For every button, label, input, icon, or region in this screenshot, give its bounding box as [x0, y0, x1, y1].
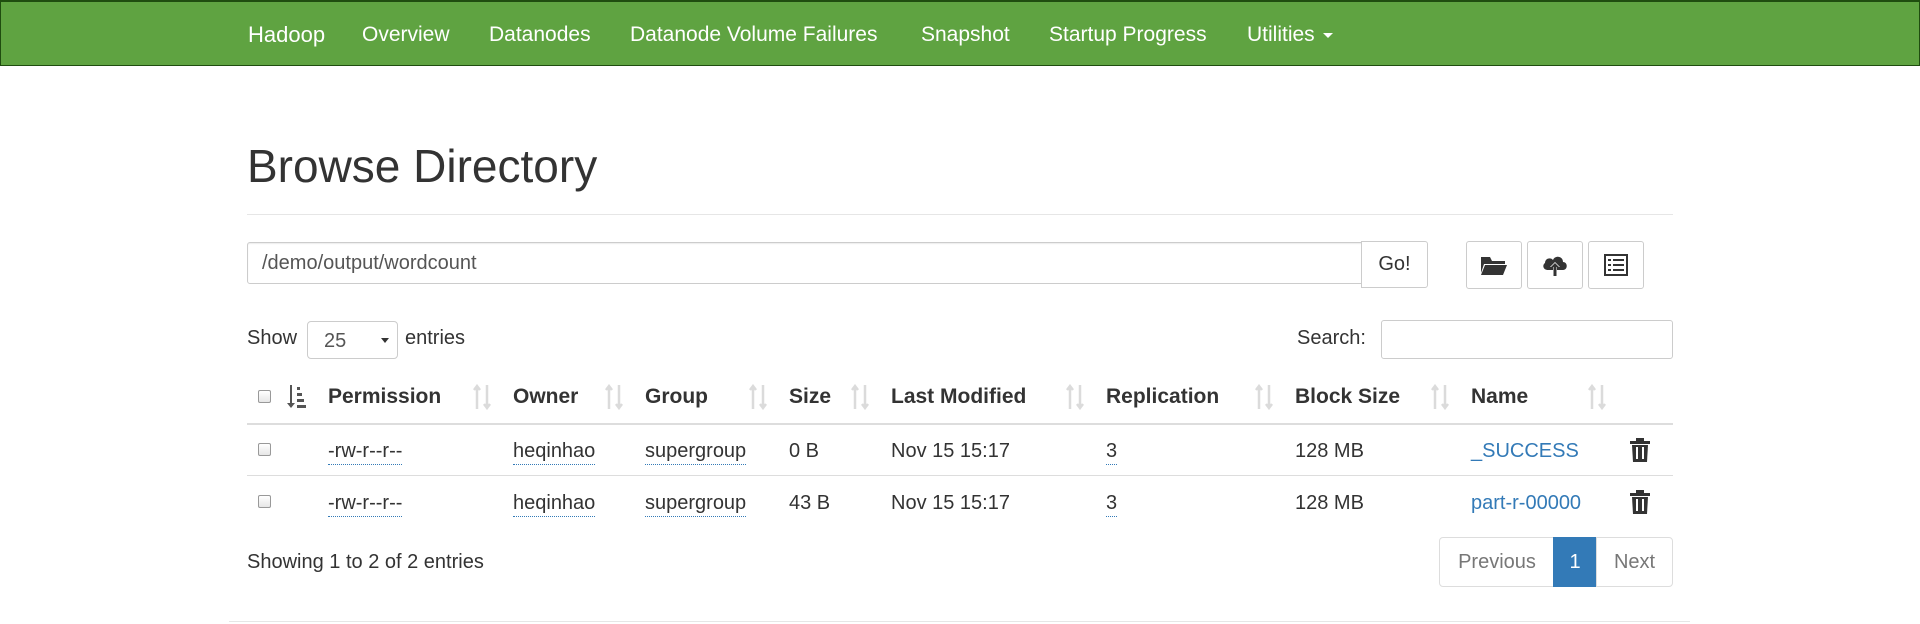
- column-header-last-modified[interactable]: Last Modified: [891, 384, 1026, 410]
- row-divider: [247, 475, 1673, 476]
- column-header-replication[interactable]: Replication: [1106, 384, 1219, 410]
- cell-group[interactable]: supergroup: [645, 491, 747, 517]
- entries-label: entries: [405, 327, 466, 349]
- column-header-owner[interactable]: Owner: [513, 384, 578, 410]
- row-checkbox[interactable]: [258, 443, 271, 456]
- cloud-upload-icon: [1543, 256, 1567, 276]
- upload-button[interactable]: [1527, 241, 1583, 289]
- sort-icon[interactable]: [1587, 384, 1609, 410]
- sort-icon[interactable]: [604, 384, 626, 410]
- trash-icon[interactable]: [1629, 490, 1651, 514]
- caret-down-icon: [1322, 32, 1333, 38]
- nav-utilities-label: Utilities: [1247, 23, 1315, 46]
- cell-block-size: 128 MB: [1295, 492, 1364, 514]
- cell-replication[interactable]: 3: [1106, 439, 1118, 465]
- page-title: Browse Directory: [247, 140, 598, 192]
- folder-open-icon: [1481, 257, 1507, 275]
- title-divider: [247, 214, 1673, 215]
- table-info: Showing 1 to 2 of 2 entries: [247, 551, 484, 573]
- column-header-block-size[interactable]: Block Size: [1295, 384, 1400, 410]
- sort-icon[interactable]: [1254, 384, 1276, 410]
- row-checkbox[interactable]: [258, 495, 271, 508]
- cell-permission[interactable]: -rw-r--r--: [328, 439, 403, 465]
- entries-select-value: 25: [324, 330, 347, 352]
- sort-icon[interactable]: [1065, 384, 1087, 410]
- sort-icon[interactable]: [850, 384, 872, 410]
- cell-name-link[interactable]: part-r-00000: [1471, 491, 1581, 515]
- select-all-checkbox[interactable]: [258, 390, 271, 403]
- cell-replication[interactable]: 3: [1106, 491, 1118, 517]
- cell-permission[interactable]: -rw-r--r--: [328, 491, 403, 517]
- column-header-name[interactable]: Name: [1471, 384, 1528, 410]
- cell-group[interactable]: supergroup: [645, 439, 747, 465]
- cell-last-modified: Nov 15 15:17: [891, 492, 1010, 514]
- nav-datanode-volume-failures[interactable]: Datanode Volume Failures: [630, 22, 877, 48]
- cell-name-link[interactable]: _SUCCESS: [1471, 439, 1579, 463]
- select-arrow-icon: [381, 338, 389, 343]
- cell-owner[interactable]: heqinhao: [513, 491, 596, 517]
- entries-per-page-select[interactable]: 25: [307, 321, 398, 359]
- search-input[interactable]: [1381, 320, 1673, 359]
- pagination-previous[interactable]: Previous: [1439, 537, 1555, 587]
- nav-datanodes[interactable]: Datanodes: [489, 22, 591, 48]
- column-header-permission[interactable]: Permission: [328, 384, 441, 410]
- go-button[interactable]: Go!: [1361, 241, 1428, 288]
- table-header-border: [247, 423, 1673, 425]
- trash-icon[interactable]: [1629, 438, 1651, 462]
- nav-snapshot[interactable]: Snapshot: [921, 22, 1010, 48]
- nav-overview[interactable]: Overview: [362, 22, 450, 48]
- cell-size: 0 B: [789, 440, 820, 462]
- footer-divider: [229, 621, 1690, 622]
- nav-utilities[interactable]: Utilities: [1247, 22, 1333, 48]
- sort-icon[interactable]: [472, 384, 494, 410]
- cell-last-modified: Nov 15 15:17: [891, 440, 1010, 462]
- sort-icon[interactable]: [1430, 384, 1452, 410]
- cell-size: 43 B: [789, 492, 831, 514]
- column-header-size[interactable]: Size: [789, 384, 831, 410]
- show-label: Show: [247, 327, 298, 349]
- cut-paste-button[interactable]: [1588, 241, 1644, 289]
- pagination-next[interactable]: Next: [1596, 537, 1673, 587]
- create-directory-button[interactable]: [1466, 241, 1522, 289]
- list-alt-icon: [1604, 254, 1628, 276]
- cell-block-size: 128 MB: [1295, 440, 1364, 462]
- path-input[interactable]: [247, 242, 1363, 284]
- top-navbar: Hadoop Overview Datanodes Datanode Volum…: [0, 0, 1920, 66]
- search-label: Search:: [1297, 327, 1366, 349]
- pagination-page-1[interactable]: 1: [1553, 537, 1597, 587]
- nav-brand-hadoop[interactable]: Hadoop: [248, 22, 325, 48]
- nav-startup-progress[interactable]: Startup Progress: [1049, 22, 1207, 48]
- column-header-group[interactable]: Group: [645, 384, 708, 410]
- sort-icon[interactable]: [748, 384, 770, 410]
- sort-amount-asc-icon[interactable]: [285, 383, 307, 409]
- cell-owner[interactable]: heqinhao: [513, 439, 596, 465]
